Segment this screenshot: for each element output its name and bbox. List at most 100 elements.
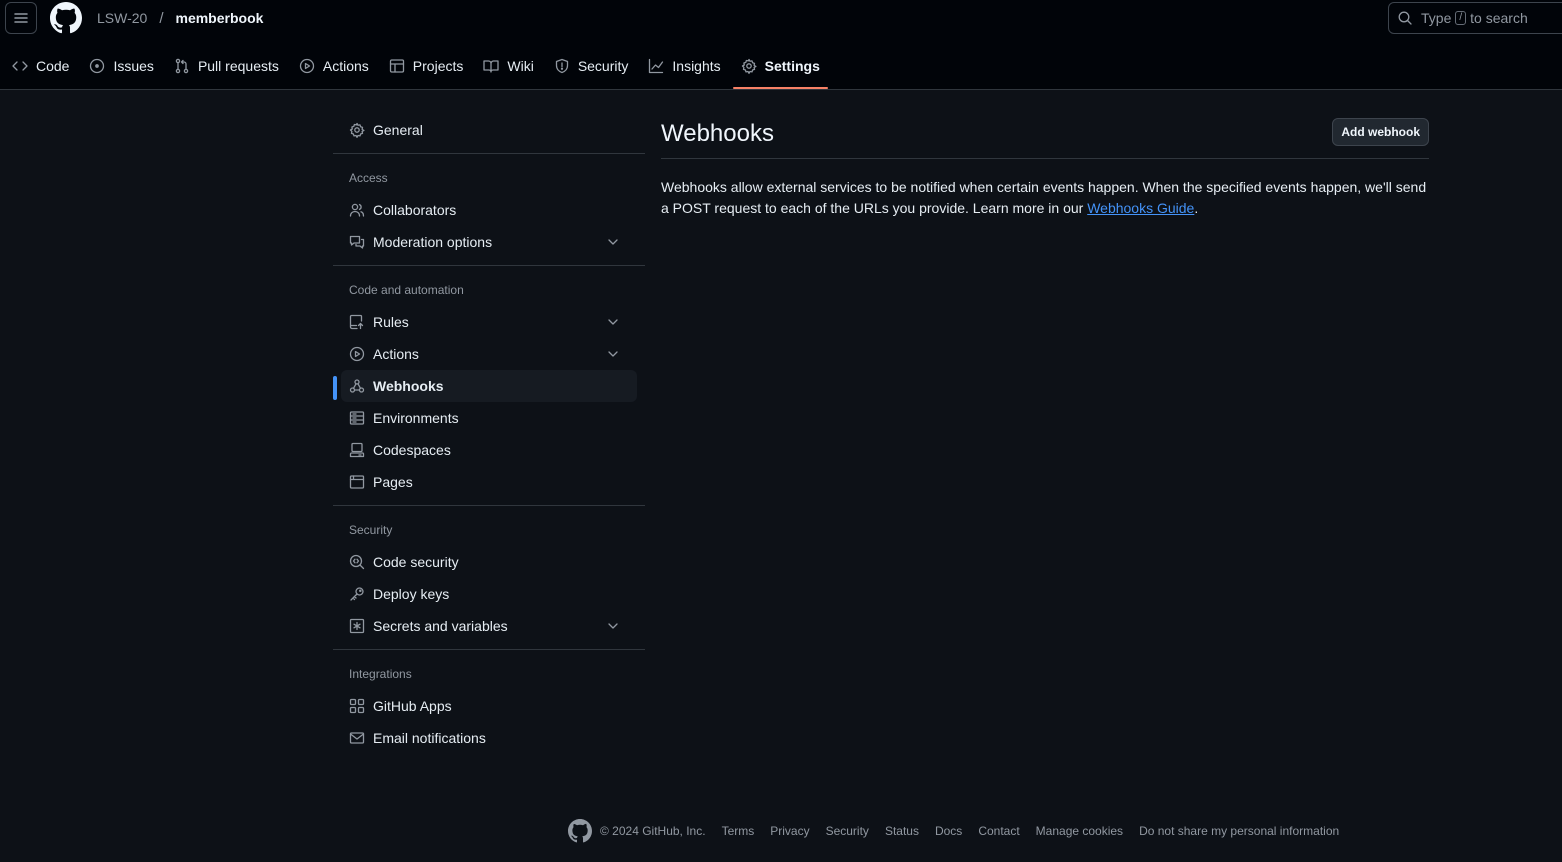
hamburger-icon xyxy=(14,13,28,23)
footer-copyright: © 2024 GitHub, Inc. xyxy=(600,824,706,838)
tab-label: Security xyxy=(577,58,629,74)
description-text: Webhooks allow external services to be n… xyxy=(661,179,1427,216)
chevron-down-icon[interactable] xyxy=(605,346,621,362)
tab-settings[interactable]: Settings xyxy=(732,48,829,89)
settings-sidebar: General Access Collaborators Moderation … xyxy=(333,114,645,754)
description-end: . xyxy=(1194,200,1199,216)
breadcrumb-owner[interactable]: LSW-20 xyxy=(97,10,147,26)
sidebar-item-label: Secrets and variables xyxy=(373,618,508,634)
pull-request-icon xyxy=(174,58,190,74)
footer: © 2024 GitHub, Inc. Terms Privacy Securi… xyxy=(568,819,1355,843)
people-icon xyxy=(349,202,365,218)
tab-insights[interactable]: Insights xyxy=(640,48,728,84)
chevron-down-icon[interactable] xyxy=(605,234,621,250)
tab-label: Pull requests xyxy=(197,58,279,74)
repo-tabs: Code Issues Pull requests Actions Projec… xyxy=(0,48,829,90)
search-shortcut-key: / xyxy=(1455,11,1467,25)
tab-label: Actions xyxy=(322,58,369,74)
sidebar-item-label: Email notifications xyxy=(373,730,486,746)
codescan-icon xyxy=(349,554,365,570)
footer-link-security[interactable]: Security xyxy=(826,824,869,838)
shield-icon xyxy=(554,58,570,74)
sidebar-item-rules[interactable]: Rules xyxy=(341,306,637,338)
codespaces-icon xyxy=(349,442,365,458)
divider xyxy=(333,153,645,154)
play-icon xyxy=(349,346,365,362)
tab-projects[interactable]: Projects xyxy=(381,48,472,84)
tab-label: Projects xyxy=(412,58,464,74)
sidebar-item-label: Webhooks xyxy=(373,378,444,394)
sidebar-item-webhooks[interactable]: Webhooks xyxy=(333,370,637,402)
sidebar-item-label: Deploy keys xyxy=(373,586,450,602)
book-icon xyxy=(483,58,500,74)
sidebar-item-label: General xyxy=(373,122,423,138)
tab-actions[interactable]: Actions xyxy=(291,48,377,84)
menu-button[interactable] xyxy=(5,2,37,34)
page-title: Webhooks xyxy=(661,120,774,147)
breadcrumb-repo[interactable]: memberbook xyxy=(176,10,264,26)
add-webhook-button[interactable]: Add webhook xyxy=(1332,118,1429,146)
tab-label: Issues xyxy=(113,58,154,74)
table-icon xyxy=(389,58,405,74)
sidebar-item-pages[interactable]: Pages xyxy=(341,466,637,498)
app-header: LSW-20 / memberbook Type / to search Cod… xyxy=(0,0,1562,90)
search-prefix: Type xyxy=(1421,10,1452,26)
github-logo-icon[interactable] xyxy=(50,2,82,34)
sidebar-item-collaborators[interactable]: Collaborators xyxy=(341,194,637,226)
page-header: Webhooks Add webhook xyxy=(661,114,1429,159)
tab-security[interactable]: Security xyxy=(546,48,637,84)
sidebar-item-secrets-variables[interactable]: Secrets and variables xyxy=(341,610,637,642)
sidebar-item-label: Actions xyxy=(373,346,419,362)
breadcrumb-separator: / xyxy=(159,9,164,27)
sidebar-item-general[interactable]: General xyxy=(341,114,637,146)
apps-icon xyxy=(349,698,365,714)
search-suffix: to search xyxy=(1470,10,1528,26)
sidebar-heading-access: Access xyxy=(349,171,388,185)
sidebar-item-label: Pages xyxy=(373,474,413,490)
tab-label: Settings xyxy=(764,58,820,74)
sidebar-item-codespaces[interactable]: Codespaces xyxy=(341,434,637,466)
webhooks-description: Webhooks allow external services to be n… xyxy=(661,177,1429,219)
sidebar-item-code-security[interactable]: Code security xyxy=(341,546,637,578)
footer-link-terms[interactable]: Terms xyxy=(722,824,755,838)
mail-icon xyxy=(349,730,365,746)
tab-code[interactable]: Code xyxy=(4,48,77,84)
footer-link-do-not-share[interactable]: Do not share my personal information xyxy=(1139,824,1339,838)
webhooks-panel: Webhooks Add webhook Webhooks allow exte… xyxy=(661,114,1429,219)
sidebar-item-label: Rules xyxy=(373,314,409,330)
footer-link-status[interactable]: Status xyxy=(885,824,919,838)
search-icon xyxy=(1397,10,1413,26)
webhook-icon xyxy=(349,378,365,394)
tab-wiki[interactable]: Wiki xyxy=(475,48,541,84)
footer-link-docs[interactable]: Docs xyxy=(935,824,962,838)
sidebar-item-email-notifications[interactable]: Email notifications xyxy=(341,722,637,754)
webhooks-guide-link[interactable]: Webhooks Guide xyxy=(1087,200,1194,216)
sidebar-item-label: Moderation options xyxy=(373,234,493,250)
browser-icon xyxy=(349,474,365,490)
sidebar-item-label: Collaborators xyxy=(373,202,457,218)
issue-icon xyxy=(89,58,105,74)
footer-link-manage-cookies[interactable]: Manage cookies xyxy=(1036,824,1123,838)
sidebar-item-environments[interactable]: Environments xyxy=(341,402,637,434)
chevron-down-icon[interactable] xyxy=(605,314,621,330)
server-icon xyxy=(349,410,365,426)
sidebar-item-actions[interactable]: Actions xyxy=(341,338,637,370)
chevron-down-icon[interactable] xyxy=(605,618,621,634)
asterisk-box-icon xyxy=(349,618,365,634)
sidebar-item-label: GitHub Apps xyxy=(373,698,452,714)
footer-link-privacy[interactable]: Privacy xyxy=(770,824,809,838)
gear-icon xyxy=(741,58,757,74)
tab-pull-requests[interactable]: Pull requests xyxy=(166,48,287,84)
search-input[interactable]: Type / to search xyxy=(1388,2,1562,34)
code-icon xyxy=(12,58,28,74)
divider xyxy=(333,649,645,650)
sidebar-item-deploy-keys[interactable]: Deploy keys xyxy=(341,578,637,610)
play-icon xyxy=(299,58,315,74)
sidebar-item-moderation-options[interactable]: Moderation options xyxy=(341,226,637,258)
sidebar-item-github-apps[interactable]: GitHub Apps xyxy=(341,690,637,722)
comment-discussion-icon xyxy=(349,234,365,250)
tab-issues[interactable]: Issues xyxy=(81,48,161,84)
key-icon xyxy=(349,586,365,602)
github-logo-icon[interactable] xyxy=(568,819,592,843)
footer-link-contact[interactable]: Contact xyxy=(978,824,1019,838)
